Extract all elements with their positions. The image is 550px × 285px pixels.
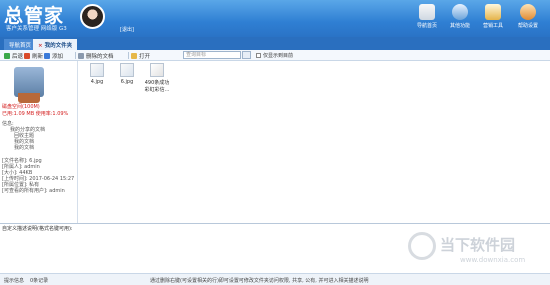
add-button[interactable]: 添加 (44, 52, 63, 60)
tool-help-label: 帮助设置 (517, 23, 538, 29)
status-bar: 提示信息 0条记录 通过删除右键(可设置相关的行)即可设置可修改文件夹访问权限,… (0, 273, 550, 285)
checkbox-box[interactable] (256, 53, 261, 58)
folder-icon (131, 53, 137, 59)
image-file-icon (90, 63, 104, 77)
info-viewers: [可查看的所有用户]: admin (2, 188, 65, 194)
status-count: 0条记录 (30, 278, 49, 284)
add-label: 添加 (52, 54, 64, 60)
tool-help[interactable]: 帮助设置 (513, 4, 543, 29)
watermark-url: www.downxia.com (460, 256, 526, 264)
watermark-logo-icon (408, 232, 436, 260)
tree-item[interactable]: 我的文档 (14, 144, 34, 151)
toolbar-divider (75, 52, 76, 59)
back-icon (4, 53, 10, 59)
tool-home[interactable]: 导航首页 (412, 4, 442, 29)
left-pane: 磁盘空间(100M) 已用:1.09 MB 使用率:1.09% 信息: 我的分享… (0, 61, 78, 223)
search-button[interactable] (242, 51, 251, 59)
disk-capacity-used: 已用:1.09 MB 使用率:1.09% (2, 111, 69, 117)
image-file-icon (120, 63, 134, 77)
deleted-docs-label: 删除的文档 (86, 54, 114, 60)
wand-icon (485, 4, 501, 20)
deleted-docs-button[interactable]: 删除的文档 (78, 52, 114, 60)
refresh-button[interactable]: 刷新 (24, 52, 43, 60)
search-input[interactable]: 查询目标 (183, 51, 241, 59)
close-icon[interactable]: × (38, 43, 43, 49)
refresh-label: 刷新 (32, 54, 44, 60)
date-filter-label: 仅显示到目前 (263, 53, 294, 59)
doc-file-icon (150, 63, 164, 77)
tool-other-label: 其他功能 (449, 23, 470, 29)
file-name: 490条成功 彩虹彩信... (144, 80, 170, 93)
toolbar-divider (128, 52, 129, 59)
avatar[interactable] (80, 4, 105, 29)
status-tip: 通过删除右键(可设置相关的行)即可设置可修改文件夹访问权限, 共享, 公有, 并… (150, 278, 369, 284)
refresh-icon (24, 53, 30, 59)
file-item[interactable]: 4.jpg (82, 63, 112, 85)
date-filter-checkbox[interactable]: 仅显示到目前 (256, 52, 293, 59)
settings-icon (452, 4, 468, 20)
file-item[interactable]: 6.jpg (112, 63, 142, 85)
file-name: 6.jpg (120, 79, 134, 85)
home-icon (419, 4, 435, 20)
file-item[interactable]: 490条成功 彩虹彩信... (142, 63, 172, 93)
trash-icon (78, 53, 84, 59)
file-cabinet-icon (14, 67, 44, 103)
app-subtitle: 客户关系管理 网络版 G3 (6, 26, 67, 32)
tab-my-folder[interactable]: × 我的文件夹 (33, 39, 78, 50)
open-label: 打开 (139, 54, 151, 60)
tab-bar: 导航首页 × 我的文件夹 (0, 37, 550, 50)
file-name: 4.jpg (90, 79, 104, 85)
status-hint: 提示信息 (4, 278, 25, 284)
description-label: 自定义描述说明(格式名键可用): (2, 226, 73, 232)
help-icon (520, 4, 536, 20)
back-button[interactable]: 后退 (4, 52, 23, 60)
open-button[interactable]: 打开 (131, 52, 150, 60)
add-icon (44, 53, 50, 59)
tool-home-label: 导航首页 (416, 23, 437, 29)
toolbar: 后退 刷新 添加 删除的文档 打开 查询目标 仅显示到目前 (0, 50, 550, 61)
disk-capacity-title: 磁盘空间(100M) (2, 104, 40, 110)
tab-my-folder-label: 我的文件夹 (44, 43, 73, 49)
tab-home[interactable]: 导航首页 (4, 39, 37, 50)
tool-marketing[interactable]: 营销工具 (478, 4, 508, 29)
tool-marketing-label: 营销工具 (482, 23, 503, 29)
tool-other[interactable]: 其他功能 (445, 4, 475, 29)
logout-link[interactable]: [退出] (120, 26, 134, 33)
header-bar: 总管家 客户关系管理 网络版 G3 [退出] 导航首页 其他功能 营销工具 帮助… (0, 0, 550, 37)
watermark-text: 当下软件园 (440, 236, 516, 254)
back-label: 后退 (12, 54, 24, 60)
file-list-area[interactable]: 4.jpg 6.jpg 490条成功 彩虹彩信... (78, 61, 550, 223)
